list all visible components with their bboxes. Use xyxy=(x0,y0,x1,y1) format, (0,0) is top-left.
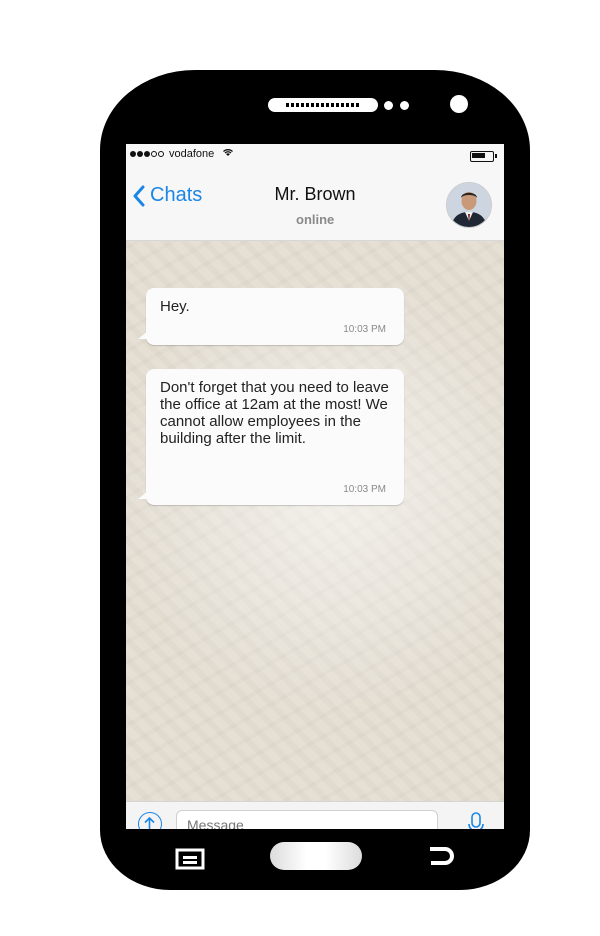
carrier-name: vodafone xyxy=(169,148,215,160)
screen: vodafone Chats Mr. Brown online Hey. 10:… xyxy=(126,144,504,829)
wifi-icon xyxy=(222,147,234,160)
signal-dot xyxy=(151,151,157,157)
back-icon[interactable] xyxy=(427,846,455,870)
sensor-dot xyxy=(400,101,409,110)
speaker-grille xyxy=(286,103,360,107)
contact-avatar[interactable] xyxy=(446,182,492,228)
home-button[interactable] xyxy=(270,842,362,870)
menu-icon[interactable] xyxy=(175,848,205,870)
upload-icon[interactable] xyxy=(138,812,162,829)
message-input[interactable] xyxy=(176,810,438,829)
phone-frame: vodafone Chats Mr. Brown online Hey. 10:… xyxy=(100,70,530,890)
message-time: 10:03 PM xyxy=(343,324,386,335)
signal-dot xyxy=(144,151,150,157)
signal-dot xyxy=(130,151,136,157)
message-bubble: Don't forget that you need to leave the … xyxy=(138,369,404,505)
message-text: Hey. xyxy=(160,298,190,315)
sensor-dot xyxy=(384,101,393,110)
contact-status: online xyxy=(296,212,335,227)
chat-header: Chats Mr. Brown online xyxy=(126,168,504,241)
speaker xyxy=(268,98,378,112)
signal-dot xyxy=(137,151,143,157)
mic-icon[interactable] xyxy=(468,812,484,829)
signal-dot xyxy=(158,151,164,157)
message-time: 10:03 PM xyxy=(343,484,386,495)
message-text: Don't forget that you need to leave the … xyxy=(160,379,389,447)
signal-strength-icon xyxy=(130,151,164,157)
avatar-portrait xyxy=(447,183,491,227)
status-bar: vodafone xyxy=(126,144,504,168)
message-bubble: Hey. 10:03 PM xyxy=(138,288,404,345)
battery-icon xyxy=(470,151,497,162)
front-camera xyxy=(450,95,468,113)
composer-bar xyxy=(126,801,504,829)
battery-level xyxy=(472,153,485,158)
chat-area: Hey. 10:03 PM Don't forget that you need… xyxy=(126,241,504,801)
